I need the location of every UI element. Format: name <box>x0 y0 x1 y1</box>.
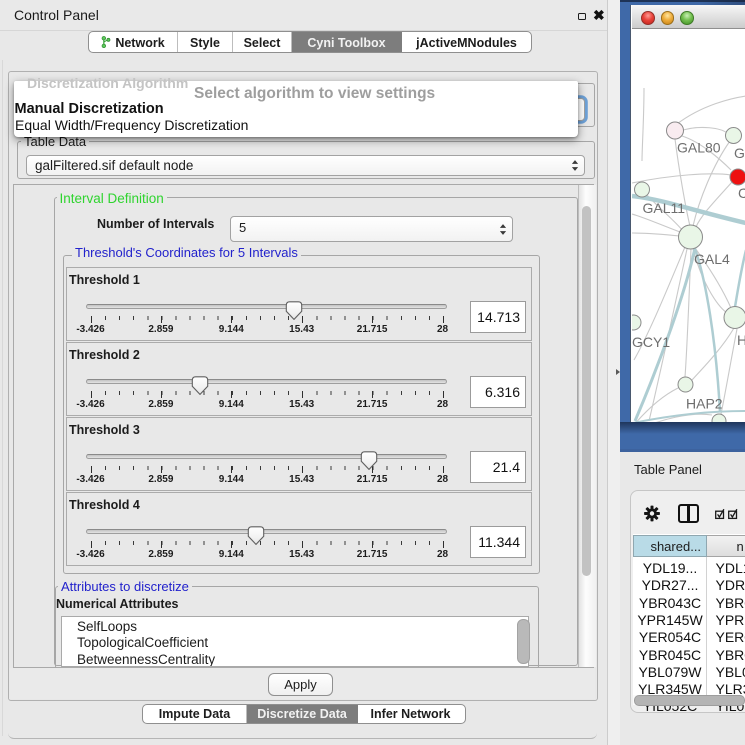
svg-text:HAP2: HAP2 <box>686 396 723 412</box>
svg-text:GCY1: GCY1 <box>632 334 670 350</box>
svg-text:GAL11: GAL11 <box>642 200 685 216</box>
svg-text:GAL4: GAL4 <box>694 251 730 267</box>
svg-text:HI: HI <box>737 332 745 348</box>
svg-text:GAL80: GAL80 <box>677 140 721 156</box>
svg-text:GA: GA <box>734 145 745 161</box>
svg-text:C: C <box>738 185 745 201</box>
